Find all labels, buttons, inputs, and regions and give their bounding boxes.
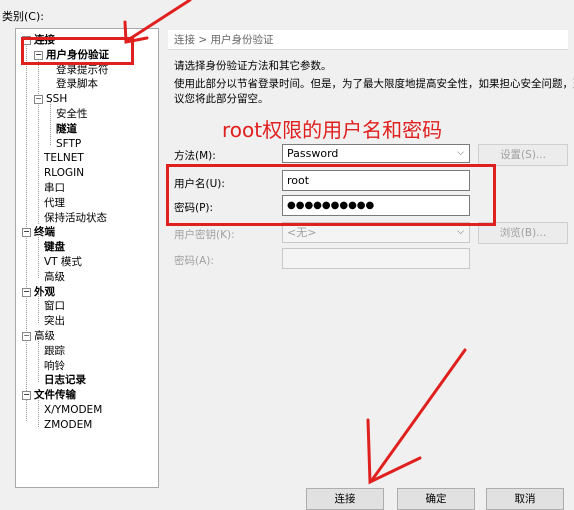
arrow-to-tree [126, 0, 192, 42]
arrow-to-connect [370, 348, 467, 482]
annotation-arrows [123, 0, 467, 485]
